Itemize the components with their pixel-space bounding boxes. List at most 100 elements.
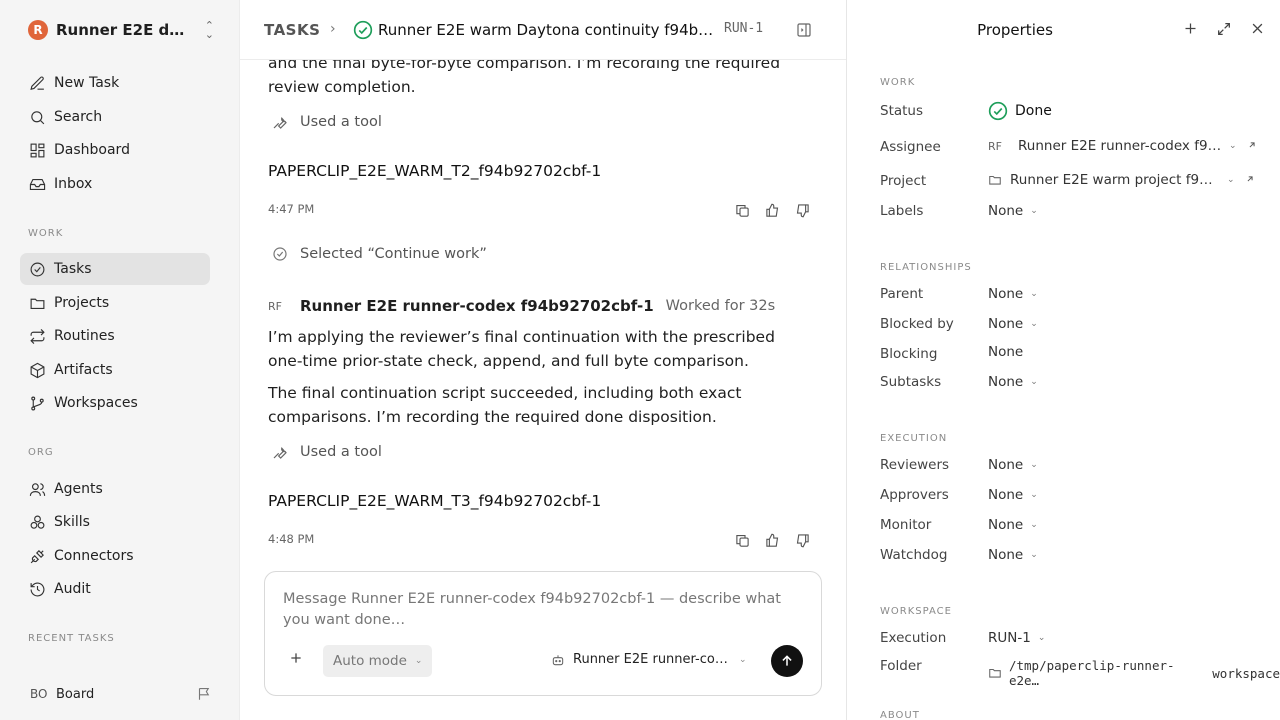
nav-routines[interactable]: Routines [20,320,210,352]
parent-text: None [988,286,1024,302]
branch-icon [28,394,46,412]
reviewers-text: None [988,457,1024,473]
section-org: ORG [28,447,54,458]
nav-label: Artifacts [54,362,113,378]
monitor-value[interactable]: None ⌄ [988,517,1038,533]
chevron-down-icon: ⌄ [1030,319,1038,329]
nav-label: Tasks [54,261,92,277]
run-id: RUN-1 [724,21,764,36]
plus-icon[interactable] [1183,21,1198,40]
monitor-text: None [988,517,1024,533]
nav-agents[interactable]: Agents [20,473,210,505]
parent-label: Parent [880,286,924,302]
nav-label: Dashboard [54,142,130,158]
project-value[interactable]: Runner E2E warm project f94b92702cbf-1 ⌄ [988,172,1255,188]
avatar: BO [30,687,48,701]
approvers-label: Approvers [880,487,949,503]
thumbs-down-icon[interactable] [794,532,810,548]
flag-icon[interactable] [197,686,212,705]
nav-projects[interactable]: Projects [20,287,210,319]
timestamp: 4:47 PM [268,202,315,216]
wrench-icon [273,117,287,129]
execution-label: Execution [880,630,947,646]
send-button[interactable] [771,645,803,677]
plus-icon[interactable] [289,651,303,669]
blocked-by-value[interactable]: None ⌄ [988,316,1038,332]
tool-call[interactable]: Used a tool [272,444,382,460]
chevron-down-icon: ⌄ [1030,520,1038,530]
chevron-down-icon: ⌄ [1030,377,1038,387]
chevron-down-icon: ⌄ [1030,460,1038,470]
parent-value[interactable]: None ⌄ [988,286,1038,302]
folder-suffix: workspace [1212,665,1280,681]
assignee-value[interactable]: RF Runner E2E runner-codex f94b92702cbf-… [988,138,1257,154]
thumbs-down-icon[interactable] [794,202,810,218]
project-name: Runner E2E warm project f94b92702cbf-1 [1010,172,1220,188]
close-icon[interactable] [1250,21,1265,40]
watchdog-value[interactable]: None ⌄ [988,547,1038,563]
avatar: RF [268,299,282,313]
nav-label: New Task [54,75,120,91]
status-value[interactable]: Done [988,101,1052,121]
nav-audit[interactable]: Audit [20,573,210,605]
avatar: RF [988,139,1002,153]
external-link-icon[interactable] [1247,138,1257,154]
nav-label: Skills [54,514,90,530]
chevron-right-icon: › [330,21,336,37]
mode-select[interactable]: Auto mode ⌄ [323,645,433,677]
nav-artifacts[interactable]: Artifacts [20,354,210,386]
nav-dashboard[interactable]: Dashboard [20,134,210,166]
board-item[interactable]: BO Board [30,682,212,706]
plug-icon [28,547,46,565]
selection-event: Selected “Continue work” [272,246,487,262]
section-relationships: RELATIONSHIPS [880,262,972,273]
selection-label: Selected “Continue work” [300,246,487,262]
chevron-down-icon: ⌄ [1030,550,1038,560]
monitor-label: Monitor [880,517,932,533]
thumbs-up-icon[interactable] [764,532,780,548]
external-link-icon[interactable] [1245,172,1255,188]
section-about: ABOUT [880,710,920,720]
reviewers-value[interactable]: None ⌄ [988,457,1038,473]
execution-value[interactable]: RUN-1 ⌄ [988,630,1045,646]
wrench-icon [273,447,287,459]
agent-select[interactable]: Runner E2E runner-codex f94b92702cbf-1 ⌄ [551,652,747,667]
folder-value[interactable]: /tmp/paperclip-runner-e2e… workspace [988,658,1280,688]
chevron-down-icon: ⌄ [1030,206,1038,216]
section-work: WORK [880,77,916,88]
message-input[interactable] [283,589,793,635]
approvers-value[interactable]: None ⌄ [988,487,1038,503]
nav-workspaces[interactable]: Workspaces [20,387,210,419]
task-title: Runner E2E warm Daytona continuity f94b9… [378,21,720,39]
workspace-switcher[interactable]: R Runner E2E da... ⌃ ⌄ [28,19,218,41]
nav-label: Workspaces [54,395,138,411]
sidebar: R Runner E2E da... ⌃ ⌄ New Task Search Da… [0,0,240,720]
nav-search[interactable]: Search [20,101,210,133]
status-label: Status [880,103,924,119]
users-icon [28,480,46,498]
nav-inbox[interactable]: Inbox [20,168,210,200]
nav-tasks[interactable]: Tasks [20,253,210,285]
nav-connectors[interactable]: Connectors [20,540,210,572]
thumbs-up-icon[interactable] [764,202,780,218]
assignee-name: Runner E2E runner-codex f94b92702cbf-1 [1018,138,1222,154]
project-label: Project [880,173,927,189]
tool-call[interactable]: Used a tool [272,114,382,130]
worked-duration: Worked for 32s [665,298,776,314]
workspace-logo: R [28,20,48,40]
panel-toggle-icon[interactable] [796,22,812,42]
nav-skills[interactable]: Skills [20,506,210,538]
nav-new-task[interactable]: New Task [20,67,210,99]
copy-icon[interactable] [734,202,750,218]
subtasks-value[interactable]: None ⌄ [988,374,1038,390]
folder-icon [28,294,46,312]
expand-icon[interactable] [1216,21,1232,41]
message-text: The final continuation script succeeded,… [268,384,742,426]
agent-name[interactable]: Runner E2E runner-codex f94b92702cbf-1 [300,297,654,315]
labels-value[interactable]: None ⌄ [988,203,1038,219]
breadcrumb-tasks[interactable]: TASKS [264,21,320,39]
folder-label: Folder [880,658,922,674]
copy-icon[interactable] [734,532,750,548]
arrow-up-icon [782,655,792,666]
watchdog-text: None [988,547,1024,563]
